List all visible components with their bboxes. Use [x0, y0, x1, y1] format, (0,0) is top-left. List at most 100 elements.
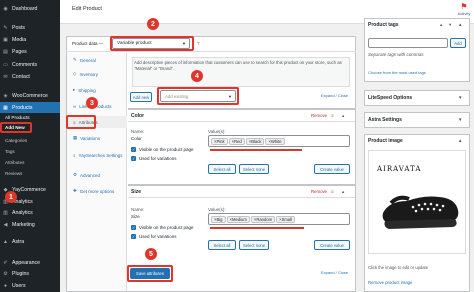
search-icon: ⌕ — [73, 153, 76, 158]
menu-analytics-2[interactable]: ▥ Analytics — [0, 207, 60, 218]
comment-icon: ▭ — [3, 61, 8, 68]
caret-down-icon[interactable]: ▼ — [458, 95, 462, 100]
submenu-reviews[interactable]: Reviews — [0, 169, 60, 178]
astra-icon: ▲ — [3, 238, 8, 245]
tags-most-used-link[interactable]: Choose from the most used tags — [368, 70, 426, 75]
size-select-none-button[interactable]: Select none — [239, 240, 269, 250]
value-chip[interactable]: × White — [265, 138, 285, 145]
activity-button[interactable]: ⚑ Activity — [454, 2, 474, 16]
caret-up-icon[interactable]: ▲ — [458, 138, 462, 143]
menu-appearance[interactable]: ✐ Appearance — [0, 257, 60, 268]
size-values-field[interactable]: × Big × Medium × Random × Small — [208, 213, 350, 225]
menu-marketing[interactable]: ◀ Marketing — [0, 219, 60, 230]
tab-general[interactable]: ✎ General — [67, 54, 127, 66]
tab-yaysearches[interactable]: ⌕ YaySearches Settings — [67, 147, 127, 165]
dashboard-icon: ◉ — [3, 5, 8, 12]
sort-icon[interactable]: ≡ — [331, 113, 334, 118]
value-chip[interactable]: × Black — [245, 138, 265, 145]
submenu-categories[interactable]: Categories — [0, 136, 60, 145]
color-values-field[interactable]: × Pink × Red × Black × White — [208, 135, 350, 147]
link-icon: ∞ — [73, 103, 77, 109]
tags-add-button[interactable]: Add — [450, 38, 466, 48]
brush-icon: ✐ — [3, 259, 8, 266]
chevron-up-icon[interactable]: ▴ — [342, 189, 344, 195]
chevron-up-icon[interactable]: ▴ — [440, 22, 442, 28]
plug-icon: ✚ — [73, 188, 77, 193]
remove-color-link[interactable]: Remove — [311, 113, 327, 118]
submenu-tags[interactable]: Tags — [0, 147, 60, 156]
size-visible-checkbox[interactable]: ✓ — [131, 225, 136, 230]
menu-contact[interactable]: ✉ Contact — [0, 71, 60, 82]
callout-5: 5 — [145, 248, 157, 260]
submenu-all-products[interactable]: All Products — [0, 113, 60, 122]
box-icon: ◇ — [73, 71, 77, 76]
highlight-product-type — [110, 36, 194, 51]
tags-hint: Separate tags with commas — [368, 52, 424, 57]
pin-icon: ✎ — [3, 24, 8, 31]
menu-posts[interactable]: ✎ Posts — [0, 22, 60, 33]
value-chip[interactable]: × Small — [276, 216, 296, 223]
woo-icon: ◈ — [3, 92, 8, 99]
menu-astra[interactable]: ▲ Astra — [0, 236, 60, 247]
value-chip[interactable]: × Random — [250, 216, 276, 223]
caret-up-icon[interactable]: ▲ — [458, 22, 462, 27]
value-chip[interactable]: × Medium — [226, 216, 250, 223]
flag-icon: ⚑ — [460, 2, 468, 11]
chart-icon: ▥ — [3, 209, 8, 216]
menu-comments[interactable]: ▭ Comments — [0, 59, 60, 70]
chevron-up-icon[interactable]: ▴ — [342, 113, 344, 119]
tab-get-more-options[interactable]: ✚ Get more options — [67, 185, 127, 197]
size-variations-label: Used for variations — [139, 234, 177, 239]
menu-media[interactable]: ▣ Media — [0, 34, 60, 45]
size-variations-checkbox[interactable]: ✓ — [131, 234, 136, 239]
remove-image-link[interactable]: Remove product image — [368, 280, 412, 285]
color-visible-checkbox[interactable]: ✓ — [131, 147, 136, 152]
color-variations-checkbox[interactable]: ✓ — [131, 156, 136, 161]
menu-dashboard[interactable]: ◉ Dashboard — [0, 3, 60, 14]
tab-inventory[interactable]: ◇ Inventory — [67, 68, 127, 80]
value-chip[interactable]: × Pink — [211, 138, 228, 145]
tab-variations[interactable]: ▦ Variations — [67, 132, 127, 144]
tab-shipping[interactable]: ▸ Shipping — [67, 84, 127, 96]
underline-color-values — [210, 149, 302, 151]
menu-plugins[interactable]: ⚙ Plugins — [0, 268, 60, 279]
tab-advanced[interactable]: ⚙ Advanced — [67, 169, 127, 181]
callout-4: 4 — [191, 70, 203, 82]
size-create-value-button[interactable]: Create value — [314, 240, 350, 250]
highlight-add-new — [0, 122, 32, 133]
caret-down-icon[interactable]: ▼ — [458, 117, 462, 122]
color-create-value-button[interactable]: Create value — [314, 164, 350, 174]
underline-size-values — [210, 227, 304, 229]
litespeed-title: LiteSpeed Options — [368, 95, 413, 101]
add-new-attribute-button[interactable]: Add new — [130, 92, 152, 102]
gear-icon: ⚙ — [73, 172, 78, 177]
color-name-value: Color — [131, 136, 142, 141]
size-select-all-button[interactable]: Select all — [208, 240, 236, 250]
media-icon: ▣ — [3, 36, 8, 43]
product-image[interactable]: AIRAVATA — [368, 150, 466, 254]
page-icon: ▤ — [3, 48, 8, 55]
expand-close-link[interactable]: Expand / Close — [321, 93, 348, 98]
expand-close-link-bottom[interactable]: Expand / Close — [321, 270, 348, 275]
shoe-illustration — [382, 195, 459, 229]
sort-icon[interactable]: ≡ — [331, 189, 334, 194]
product-data-label: Product data — — [72, 41, 104, 46]
submenu-attributes[interactable]: Attributes — [0, 158, 60, 167]
menu-woocommerce[interactable]: ◈ WooCommerce — [0, 90, 60, 101]
tags-input[interactable] — [368, 38, 448, 48]
value-chip[interactable]: × Big — [211, 216, 226, 223]
menu-products[interactable]: ▦ Products — [0, 102, 60, 113]
callout-1: 1 — [5, 191, 17, 203]
astra-settings-title: Astra Settings — [368, 117, 402, 123]
remove-size-link[interactable]: Remove — [311, 189, 327, 194]
color-select-none-button[interactable]: Select none — [239, 164, 269, 174]
color-select-all-button[interactable]: Select all — [208, 164, 236, 174]
attribute-color-title: Color — [131, 113, 145, 119]
chevron-down-icon[interactable]: ▾ — [449, 22, 451, 28]
product-tags-title: Product tags — [368, 22, 399, 28]
highlight-attributes-tab — [66, 115, 96, 129]
menu-pages[interactable]: ▤ Pages — [0, 46, 60, 57]
color-name-label: Name: — [131, 129, 145, 134]
value-chip[interactable]: × Red — [228, 138, 245, 145]
menu-users[interactable]: ● Users — [0, 280, 60, 291]
